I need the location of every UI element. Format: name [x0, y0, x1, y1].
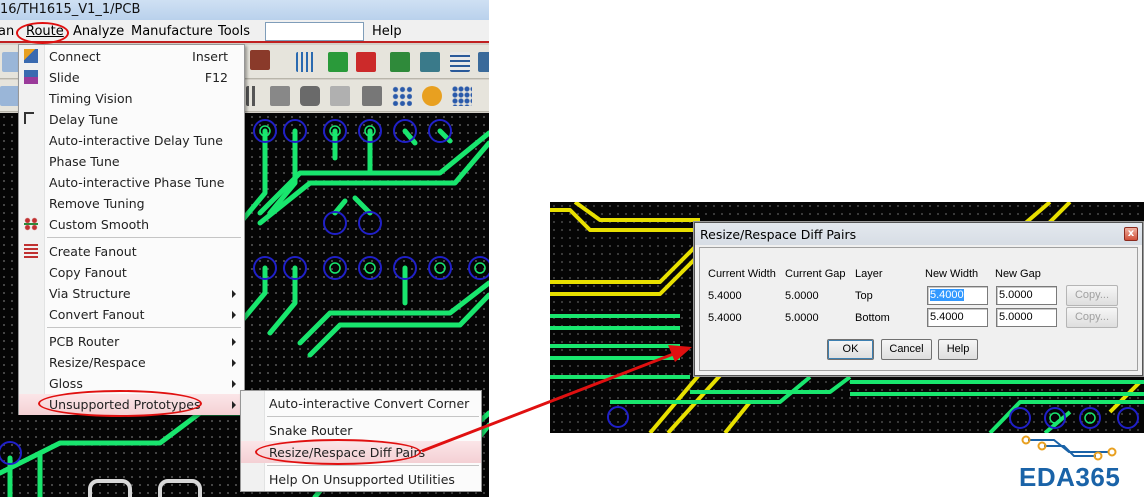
- eda365-logo: EDA365: [1014, 432, 1144, 497]
- dialog-title: Resize/Respace Diff Pairs: [700, 227, 857, 242]
- row1-current-gap: 5.0000: [785, 290, 819, 302]
- close-icon[interactable]: x: [1124, 227, 1138, 241]
- row2-new-width-input[interactable]: 5.4000: [927, 308, 988, 327]
- logo-text: EDA365: [1019, 462, 1121, 492]
- row2-current-width: 5.4000: [708, 312, 742, 324]
- row1-layer: Top: [855, 290, 873, 302]
- row2-new-gap-input[interactable]: 5.0000: [996, 308, 1057, 327]
- row1-current-width: 5.4000: [708, 290, 742, 302]
- row2-layer: Bottom: [855, 312, 890, 324]
- row1-copy-button[interactable]: Copy...: [1066, 285, 1118, 306]
- ok-button[interactable]: OK: [827, 339, 874, 360]
- logo-circuit-icon: [1021, 435, 1117, 461]
- row1-new-gap-input[interactable]: 5.0000: [996, 286, 1057, 305]
- header-new-width: New Width: [925, 268, 979, 280]
- header-current-gap: Current Gap: [785, 268, 846, 280]
- row1-new-width-input[interactable]: 5.4000: [927, 286, 988, 305]
- header-current-width: Current Width: [708, 268, 776, 280]
- cancel-button[interactable]: Cancel: [881, 339, 932, 360]
- dialog-title-bar: Resize/Respace Diff Pairs x: [695, 223, 1142, 245]
- help-button[interactable]: Help: [938, 339, 978, 360]
- row2-copy-button[interactable]: Copy...: [1066, 307, 1118, 328]
- resize-respace-dialog: Resize/Respace Diff Pairs x Current Widt…: [694, 222, 1143, 376]
- header-new-gap: New Gap: [995, 268, 1041, 280]
- header-layer: Layer: [855, 268, 883, 280]
- dialog-body: Current Width Current Gap Layer New Widt…: [699, 247, 1138, 371]
- row2-current-gap: 5.0000: [785, 312, 819, 324]
